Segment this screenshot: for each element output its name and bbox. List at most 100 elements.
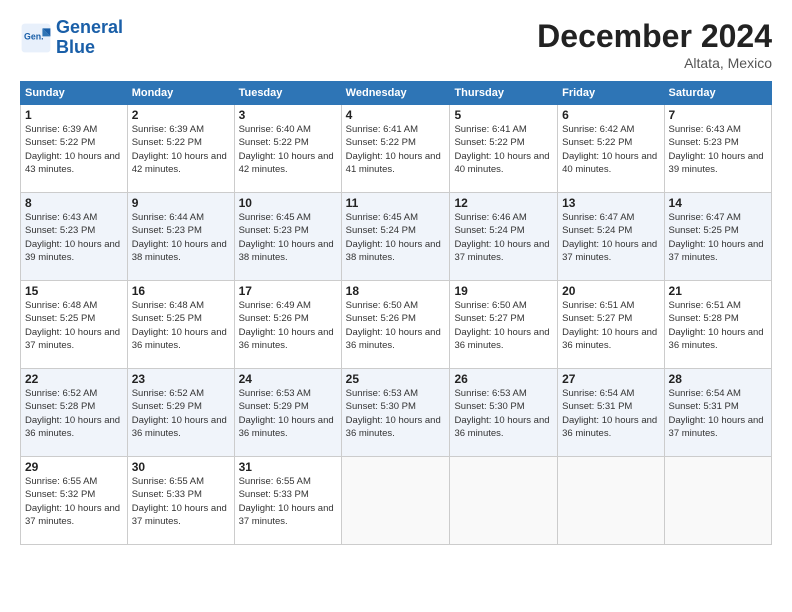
day-info: Sunrise: 6:43 AMSunset: 5:23 PMDaylight:… [25,212,120,263]
day-number: 13 [562,196,659,210]
day-number: 12 [454,196,553,210]
calendar-cell: 30 Sunrise: 6:55 AMSunset: 5:33 PMDaylig… [127,457,234,545]
day-info: Sunrise: 6:45 AMSunset: 5:24 PMDaylight:… [346,212,441,263]
day-number: 25 [346,372,446,386]
calendar-cell: 14 Sunrise: 6:47 AMSunset: 5:25 PMDaylig… [664,193,771,281]
day-info: Sunrise: 6:48 AMSunset: 5:25 PMDaylight:… [132,300,227,351]
day-info: Sunrise: 6:44 AMSunset: 5:23 PMDaylight:… [132,212,227,263]
calendar-cell [450,457,558,545]
calendar: SundayMondayTuesdayWednesdayThursdayFrid… [20,81,772,545]
day-number: 18 [346,284,446,298]
day-info: Sunrise: 6:54 AMSunset: 5:31 PMDaylight:… [562,388,657,439]
calendar-cell: 29 Sunrise: 6:55 AMSunset: 5:32 PMDaylig… [21,457,128,545]
logo: Gen. General Blue [20,18,123,58]
day-info: Sunrise: 6:47 AMSunset: 5:24 PMDaylight:… [562,212,657,263]
day-info: Sunrise: 6:55 AMSunset: 5:33 PMDaylight:… [132,476,227,527]
svg-text:Gen.: Gen. [24,31,44,41]
day-number: 14 [669,196,767,210]
col-header-saturday: Saturday [664,82,771,105]
calendar-cell [341,457,450,545]
day-number: 15 [25,284,123,298]
day-info: Sunrise: 6:39 AMSunset: 5:22 PMDaylight:… [25,124,120,175]
calendar-cell: 27 Sunrise: 6:54 AMSunset: 5:31 PMDaylig… [558,369,664,457]
calendar-cell: 5 Sunrise: 6:41 AMSunset: 5:22 PMDayligh… [450,105,558,193]
day-number: 6 [562,108,659,122]
day-number: 30 [132,460,230,474]
day-number: 29 [25,460,123,474]
day-info: Sunrise: 6:55 AMSunset: 5:33 PMDaylight:… [239,476,334,527]
day-number: 11 [346,196,446,210]
day-info: Sunrise: 6:42 AMSunset: 5:22 PMDaylight:… [562,124,657,175]
calendar-cell: 2 Sunrise: 6:39 AMSunset: 5:22 PMDayligh… [127,105,234,193]
page: Gen. General Blue December 2024 Altata, … [0,0,792,612]
day-info: Sunrise: 6:52 AMSunset: 5:28 PMDaylight:… [25,388,120,439]
day-number: 5 [454,108,553,122]
calendar-cell: 31 Sunrise: 6:55 AMSunset: 5:33 PMDaylig… [234,457,341,545]
col-header-monday: Monday [127,82,234,105]
day-number: 17 [239,284,337,298]
calendar-cell: 13 Sunrise: 6:47 AMSunset: 5:24 PMDaylig… [558,193,664,281]
header: Gen. General Blue December 2024 Altata, … [20,18,772,71]
day-number: 16 [132,284,230,298]
day-info: Sunrise: 6:53 AMSunset: 5:30 PMDaylight:… [346,388,441,439]
day-info: Sunrise: 6:46 AMSunset: 5:24 PMDaylight:… [454,212,549,263]
day-info: Sunrise: 6:53 AMSunset: 5:29 PMDaylight:… [239,388,334,439]
calendar-cell: 8 Sunrise: 6:43 AMSunset: 5:23 PMDayligh… [21,193,128,281]
day-info: Sunrise: 6:52 AMSunset: 5:29 PMDaylight:… [132,388,227,439]
calendar-cell: 11 Sunrise: 6:45 AMSunset: 5:24 PMDaylig… [341,193,450,281]
calendar-cell: 20 Sunrise: 6:51 AMSunset: 5:27 PMDaylig… [558,281,664,369]
calendar-cell: 23 Sunrise: 6:52 AMSunset: 5:29 PMDaylig… [127,369,234,457]
day-number: 8 [25,196,123,210]
calendar-cell: 25 Sunrise: 6:53 AMSunset: 5:30 PMDaylig… [341,369,450,457]
day-info: Sunrise: 6:54 AMSunset: 5:31 PMDaylight:… [669,388,764,439]
day-info: Sunrise: 6:49 AMSunset: 5:26 PMDaylight:… [239,300,334,351]
logo-line2: Blue [56,38,123,58]
col-header-friday: Friday [558,82,664,105]
day-number: 2 [132,108,230,122]
week-row-2: 8 Sunrise: 6:43 AMSunset: 5:23 PMDayligh… [21,193,772,281]
col-header-sunday: Sunday [21,82,128,105]
calendar-cell: 9 Sunrise: 6:44 AMSunset: 5:23 PMDayligh… [127,193,234,281]
day-number: 24 [239,372,337,386]
day-info: Sunrise: 6:51 AMSunset: 5:28 PMDaylight:… [669,300,764,351]
calendar-cell: 22 Sunrise: 6:52 AMSunset: 5:28 PMDaylig… [21,369,128,457]
day-number: 9 [132,196,230,210]
week-row-3: 15 Sunrise: 6:48 AMSunset: 5:25 PMDaylig… [21,281,772,369]
day-number: 23 [132,372,230,386]
month-title: December 2024 [537,18,772,55]
day-number: 22 [25,372,123,386]
calendar-cell: 10 Sunrise: 6:45 AMSunset: 5:23 PMDaylig… [234,193,341,281]
day-number: 27 [562,372,659,386]
day-info: Sunrise: 6:55 AMSunset: 5:32 PMDaylight:… [25,476,120,527]
calendar-cell: 28 Sunrise: 6:54 AMSunset: 5:31 PMDaylig… [664,369,771,457]
calendar-cell: 19 Sunrise: 6:50 AMSunset: 5:27 PMDaylig… [450,281,558,369]
day-info: Sunrise: 6:53 AMSunset: 5:30 PMDaylight:… [454,388,549,439]
day-number: 7 [669,108,767,122]
col-header-tuesday: Tuesday [234,82,341,105]
location: Altata, Mexico [537,55,772,71]
day-info: Sunrise: 6:50 AMSunset: 5:27 PMDaylight:… [454,300,549,351]
day-info: Sunrise: 6:50 AMSunset: 5:26 PMDaylight:… [346,300,441,351]
day-info: Sunrise: 6:47 AMSunset: 5:25 PMDaylight:… [669,212,764,263]
day-info: Sunrise: 6:48 AMSunset: 5:25 PMDaylight:… [25,300,120,351]
col-header-thursday: Thursday [450,82,558,105]
calendar-cell: 15 Sunrise: 6:48 AMSunset: 5:25 PMDaylig… [21,281,128,369]
calendar-cell [664,457,771,545]
calendar-cell: 3 Sunrise: 6:40 AMSunset: 5:22 PMDayligh… [234,105,341,193]
day-number: 10 [239,196,337,210]
day-number: 4 [346,108,446,122]
title-area: December 2024 Altata, Mexico [537,18,772,71]
day-number: 21 [669,284,767,298]
day-info: Sunrise: 6:43 AMSunset: 5:23 PMDaylight:… [669,124,764,175]
week-row-4: 22 Sunrise: 6:52 AMSunset: 5:28 PMDaylig… [21,369,772,457]
week-row-5: 29 Sunrise: 6:55 AMSunset: 5:32 PMDaylig… [21,457,772,545]
calendar-cell: 16 Sunrise: 6:48 AMSunset: 5:25 PMDaylig… [127,281,234,369]
day-number: 3 [239,108,337,122]
col-header-wednesday: Wednesday [341,82,450,105]
calendar-cell: 7 Sunrise: 6:43 AMSunset: 5:23 PMDayligh… [664,105,771,193]
calendar-cell: 4 Sunrise: 6:41 AMSunset: 5:22 PMDayligh… [341,105,450,193]
day-number: 26 [454,372,553,386]
day-number: 19 [454,284,553,298]
day-number: 31 [239,460,337,474]
day-info: Sunrise: 6:45 AMSunset: 5:23 PMDaylight:… [239,212,334,263]
